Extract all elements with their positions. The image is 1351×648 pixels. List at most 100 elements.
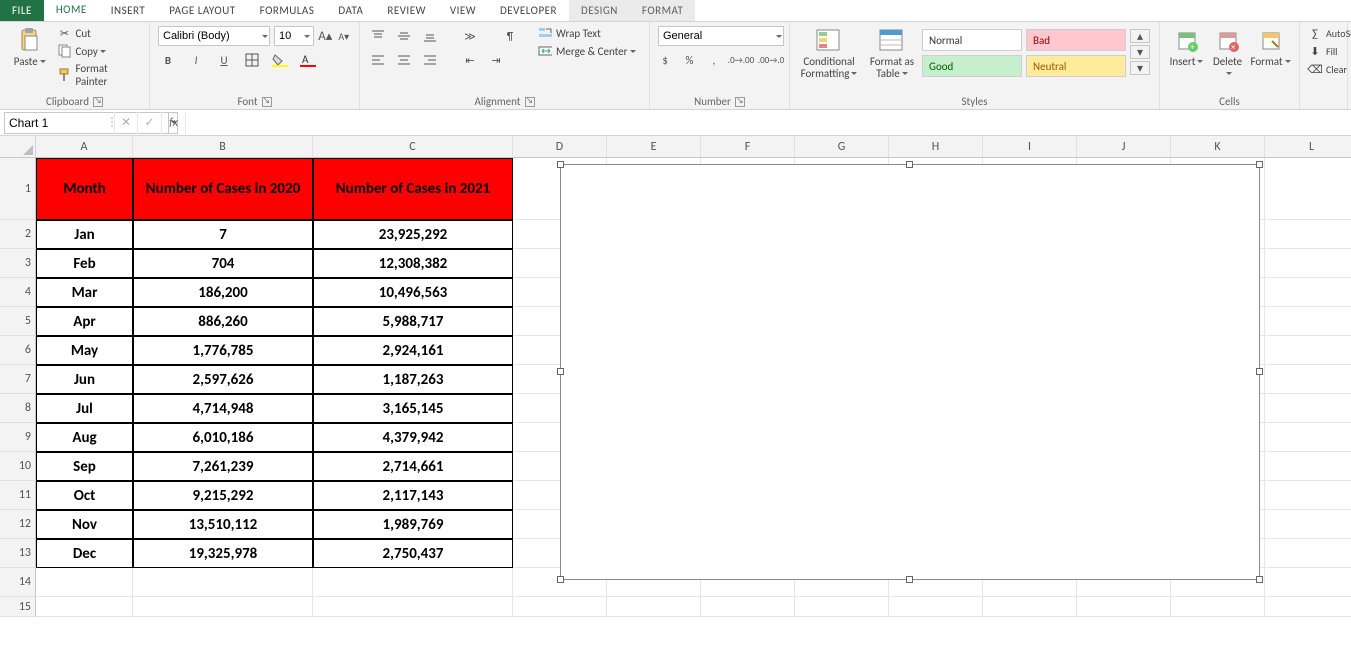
text-direction-button[interactable]: ¶: [500, 26, 520, 46]
cell[interactable]: [1265, 510, 1351, 539]
cell[interactable]: [133, 568, 313, 597]
insert-cells-button[interactable]: + Insert: [1166, 25, 1207, 70]
cell[interactable]: [1265, 568, 1351, 597]
delete-cells-button[interactable]: × Delete: [1207, 25, 1248, 82]
gallery-down-icon[interactable]: ▾: [1130, 45, 1150, 59]
cell[interactable]: Feb: [36, 249, 133, 278]
column-header[interactable]: G: [795, 136, 889, 158]
cell[interactable]: 886,260: [133, 307, 313, 336]
autosum-button[interactable]: ∑ AutoSum: [1306, 25, 1351, 41]
cell[interactable]: 1,989,769: [313, 510, 513, 539]
conditional-formatting-button[interactable]: Conditional Formatting: [796, 25, 862, 82]
row-headers[interactable]: 123456789101112131415: [0, 158, 36, 617]
tab-home[interactable]: HOME: [44, 0, 99, 21]
chevron-down-icon[interactable]: [299, 30, 313, 43]
cell[interactable]: 4,379,942: [313, 423, 513, 452]
align-center-button[interactable]: [394, 50, 414, 70]
tab-review[interactable]: REVIEW: [375, 0, 438, 21]
resize-handle[interactable]: [557, 576, 564, 583]
cell[interactable]: Nov: [36, 510, 133, 539]
cell[interactable]: [1265, 307, 1351, 336]
column-header[interactable]: J: [1077, 136, 1171, 158]
tab-developer[interactable]: DEVELOPER: [488, 0, 569, 21]
row-header[interactable]: 3: [0, 249, 36, 278]
shrink-font-button[interactable]: A▾: [337, 26, 352, 46]
cell[interactable]: [607, 597, 701, 617]
fill-button[interactable]: ⬇ Fill: [1306, 43, 1351, 59]
paste-button[interactable]: Paste: [6, 25, 54, 70]
gallery-up-icon[interactable]: ▴: [1130, 29, 1150, 43]
bold-button[interactable]: B: [158, 50, 178, 70]
resize-handle[interactable]: [1256, 368, 1263, 375]
cell[interactable]: 3,165,145: [313, 394, 513, 423]
font-name-combo[interactable]: [158, 26, 270, 46]
resize-handle[interactable]: [906, 576, 913, 583]
clear-button[interactable]: ⌫ Clear: [1306, 61, 1351, 77]
resize-handle[interactable]: [557, 368, 564, 375]
alignment-dialog-launcher[interactable]: ↘: [525, 97, 535, 107]
cell[interactable]: 5,988,717: [313, 307, 513, 336]
tab-data[interactable]: DATA: [326, 0, 375, 21]
cell[interactable]: 10,496,563: [313, 278, 513, 307]
underline-button[interactable]: U: [214, 50, 234, 70]
cell[interactable]: 2,117,143: [313, 481, 513, 510]
tab-view[interactable]: VIEW: [438, 0, 488, 21]
cell[interactable]: [513, 597, 607, 617]
enter-formula-button[interactable]: ✓: [138, 112, 162, 134]
cell[interactable]: 19,325,978: [133, 539, 313, 568]
cell[interactable]: [795, 597, 889, 617]
format-as-table-button[interactable]: Format as Table: [862, 25, 922, 82]
tab-pagelayout[interactable]: PAGE LAYOUT: [157, 0, 247, 21]
resize-handle[interactable]: [906, 161, 913, 168]
cell[interactable]: [1265, 539, 1351, 568]
style-neutral[interactable]: Neutral: [1026, 55, 1126, 77]
row-header[interactable]: 1: [0, 158, 36, 220]
cell[interactable]: 704: [133, 249, 313, 278]
cell[interactable]: Dec: [36, 539, 133, 568]
cell[interactable]: 1,776,785: [133, 336, 313, 365]
cell[interactable]: Jun: [36, 365, 133, 394]
decrease-indent-button[interactable]: ⇤: [460, 50, 480, 70]
clipboard-dialog-launcher[interactable]: ↘: [93, 97, 103, 107]
cell[interactable]: 2,714,661: [313, 452, 513, 481]
cancel-formula-button[interactable]: ✕: [114, 112, 138, 134]
align-middle-button[interactable]: [394, 26, 414, 46]
resize-handle[interactable]: [1256, 161, 1263, 168]
tab-formulas[interactable]: FORMULAS: [248, 0, 327, 21]
cell[interactable]: 6,010,186: [133, 423, 313, 452]
align-right-button[interactable]: [420, 50, 440, 70]
cell[interactable]: [983, 597, 1077, 617]
column-header[interactable]: A: [36, 136, 133, 158]
cell[interactable]: 23,925,292: [313, 220, 513, 249]
cell[interactable]: Mar: [36, 278, 133, 307]
cell[interactable]: [1265, 249, 1351, 278]
cell[interactable]: 9,215,292: [133, 481, 313, 510]
decrease-decimal-button[interactable]: .00→.0: [761, 50, 781, 70]
row-header[interactable]: 14: [0, 568, 36, 597]
cell[interactable]: [1265, 158, 1351, 220]
cell[interactable]: 2,924,161: [313, 336, 513, 365]
gallery-more-icon[interactable]: ▾: [1130, 61, 1150, 75]
row-header[interactable]: 11: [0, 481, 36, 510]
font-color-button[interactable]: A: [298, 50, 318, 70]
comma-format-button[interactable]: ,: [707, 50, 721, 70]
column-header[interactable]: C: [313, 136, 513, 158]
cell[interactable]: 186,200: [133, 278, 313, 307]
row-header[interactable]: 2: [0, 220, 36, 249]
align-top-button[interactable]: [368, 26, 388, 46]
cell[interactable]: 2,750,437: [313, 539, 513, 568]
chart-object[interactable]: [560, 164, 1260, 580]
cell[interactable]: Jan: [36, 220, 133, 249]
style-good[interactable]: Good: [922, 55, 1022, 77]
cell[interactable]: [1265, 394, 1351, 423]
cell[interactable]: [36, 597, 133, 617]
increase-indent-button[interactable]: ⇥: [486, 50, 506, 70]
cell[interactable]: Month: [36, 158, 133, 220]
cell[interactable]: Number of Cases in 2021: [313, 158, 513, 220]
cell[interactable]: 4,714,948: [133, 394, 313, 423]
grow-font-button[interactable]: A▴: [318, 26, 333, 46]
cell[interactable]: [1265, 336, 1351, 365]
resize-handle[interactable]: [1256, 576, 1263, 583]
format-cells-button[interactable]: Format: [1248, 25, 1293, 70]
cell[interactable]: [1265, 278, 1351, 307]
